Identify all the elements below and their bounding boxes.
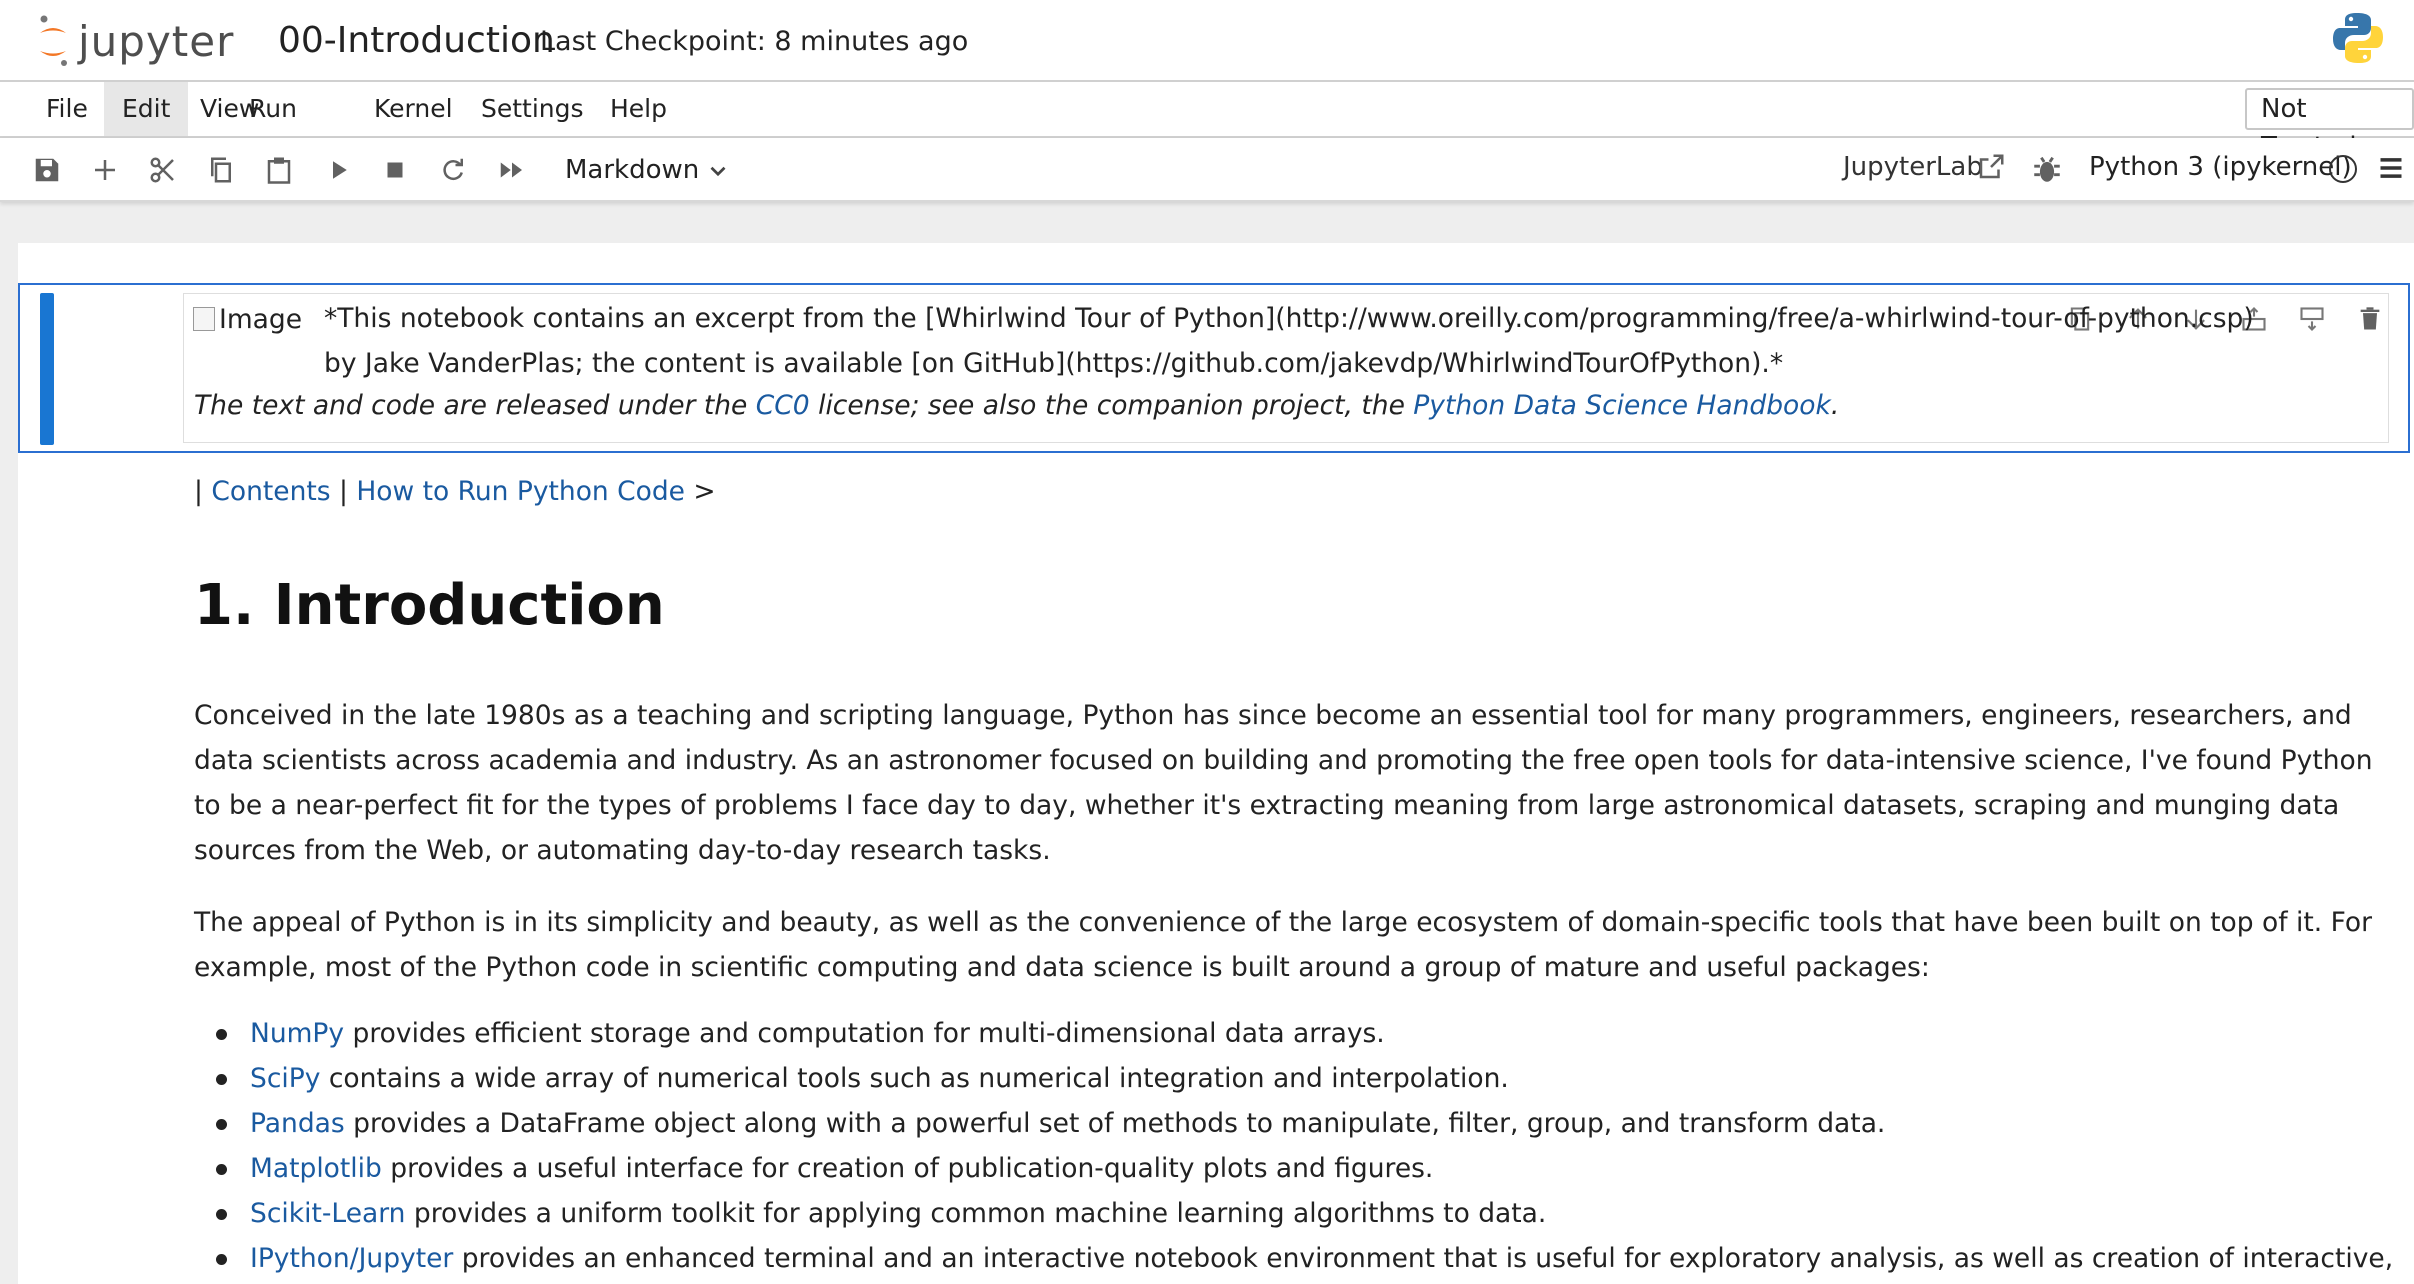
list-item: NumPy provides efficient storage and com… — [194, 1011, 2393, 1056]
external-link-icon[interactable] — [1976, 152, 2006, 182]
chevron-down-icon[interactable] — [705, 156, 731, 186]
list-item: SciPy contains a wide array of numerical… — [194, 1056, 2393, 1101]
menu-kernel[interactable]: Kernel — [356, 82, 471, 136]
menu-settings[interactable]: Settings — [463, 82, 602, 136]
package-description: provides efficient storage and computati… — [344, 1018, 1385, 1049]
list-item: Pandas provides a DataFrame object along… — [194, 1101, 2393, 1146]
package-description: provides a uniform toolkit for applying … — [405, 1198, 1547, 1229]
license-suffix: . — [1830, 390, 1840, 421]
kernel-status-icon — [2329, 155, 2357, 183]
package-description: contains a wide array of numerical tools… — [320, 1063, 1509, 1094]
jupyter-wordmark: jupyter — [78, 16, 235, 66]
notebook-panel: Image *This notebook contains an excerpt… — [18, 243, 2414, 1284]
broken-image-icon — [193, 307, 215, 331]
scipy-link[interactable]: SciPy — [250, 1063, 320, 1094]
run-icon[interactable] — [320, 152, 356, 188]
menu-edit[interactable]: Edit — [104, 82, 189, 136]
jupyter-logo-icon — [40, 15, 67, 66]
insert-below-icon[interactable] — [2294, 301, 2330, 337]
list-item: Scikit-Learn provides a uniform toolkit … — [194, 1191, 2393, 1236]
list-item: IPython/Jupyter provides an enhanced ter… — [194, 1236, 2393, 1281]
package-description: provides a DataFrame object along with a… — [344, 1108, 1886, 1139]
nav-breadcrumb: | Contents | How to Run Python Code > — [194, 469, 716, 514]
menu-run[interactable]: Run — [231, 82, 315, 136]
cell-type-dropdown[interactable]: Markdown — [565, 150, 699, 190]
add-cell-icon[interactable] — [87, 152, 123, 188]
contents-link[interactable]: Contents — [211, 476, 330, 507]
next-page-link[interactable]: How to Run Python Code — [356, 476, 685, 507]
trust-indicator-button[interactable]: Not Trusted — [2245, 88, 2414, 162]
nav-separator: | — [194, 476, 212, 507]
section-heading: 1. Introduction — [194, 573, 665, 638]
python-logo-icon — [2333, 13, 2383, 63]
checkpoint-status: Last Checkpoint: 8 minutes ago — [540, 26, 969, 57]
open-jupyterlab-link[interactable]: JupyterLab — [1843, 152, 1983, 182]
cc0-link[interactable]: CC0 — [756, 390, 810, 421]
kernel-name-button[interactable]: Python 3 (ipykernel) — [2089, 152, 2352, 182]
restart-icon[interactable] — [435, 152, 471, 188]
matplotlib-link[interactable]: Matplotlib — [250, 1153, 382, 1184]
menu-help[interactable]: Help — [592, 82, 685, 136]
copy-icon[interactable] — [203, 152, 239, 188]
license-prefix: The text and code are released under the — [194, 390, 756, 421]
license-line: The text and code are released under the… — [194, 383, 1839, 428]
nav-separator: | — [330, 476, 357, 507]
delete-cell-icon[interactable] — [2352, 301, 2388, 337]
package-list: NumPy provides efficient storage and com… — [194, 1011, 2393, 1281]
intro-paragraph-2: The appeal of Python is in its simplicit… — [194, 907, 2372, 983]
nav-arrow: > — [684, 476, 716, 507]
menu-bar: File Edit View Run Kernel Settings Help … — [0, 82, 2414, 162]
image-alt-text: Image — [219, 303, 302, 335]
save-icon[interactable] — [29, 152, 65, 188]
notebook-title[interactable]: 00-Introduction — [278, 20, 555, 61]
notebook-toolbar: Markdown JupyterLab Python 3 (ipykernel) — [0, 138, 2414, 202]
cut-icon[interactable] — [145, 152, 181, 188]
scikit-learn-link[interactable]: Scikit-Learn — [250, 1198, 405, 1229]
package-description: provides a useful interface for creation… — [381, 1153, 1434, 1184]
list-item: Matplotlib provides a useful interface f… — [194, 1146, 2393, 1191]
run-all-icon[interactable] — [494, 152, 530, 188]
broken-image: Image — [193, 299, 313, 339]
pandas-link[interactable]: Pandas — [250, 1108, 345, 1139]
package-description: provides an enhanced terminal and an int… — [453, 1243, 2394, 1274]
intro-paragraph-1: Conceived in the late 1980s as a teachin… — [194, 700, 2373, 866]
top-bar: jupyter 00-Introduction Last Checkpoint:… — [0, 0, 2414, 82]
menu-file[interactable]: File — [28, 82, 106, 136]
menu-icon[interactable] — [2376, 154, 2406, 182]
excerpt-text: *This notebook contains an excerpt from … — [324, 303, 2254, 379]
jupyter-logo[interactable]: jupyter — [38, 10, 234, 72]
numpy-link[interactable]: NumPy — [250, 1018, 344, 1049]
license-middle: license; see also the companion project,… — [809, 390, 1414, 421]
debugger-bug-icon[interactable] — [2030, 152, 2064, 186]
stop-icon[interactable] — [377, 152, 413, 188]
cell-collapser[interactable] — [40, 293, 54, 445]
paste-icon[interactable] — [261, 152, 297, 188]
ipython-jupyter-link[interactable]: IPython/Jupyter — [250, 1243, 453, 1274]
handbook-link[interactable]: Python Data Science Handbook — [1413, 390, 1831, 421]
